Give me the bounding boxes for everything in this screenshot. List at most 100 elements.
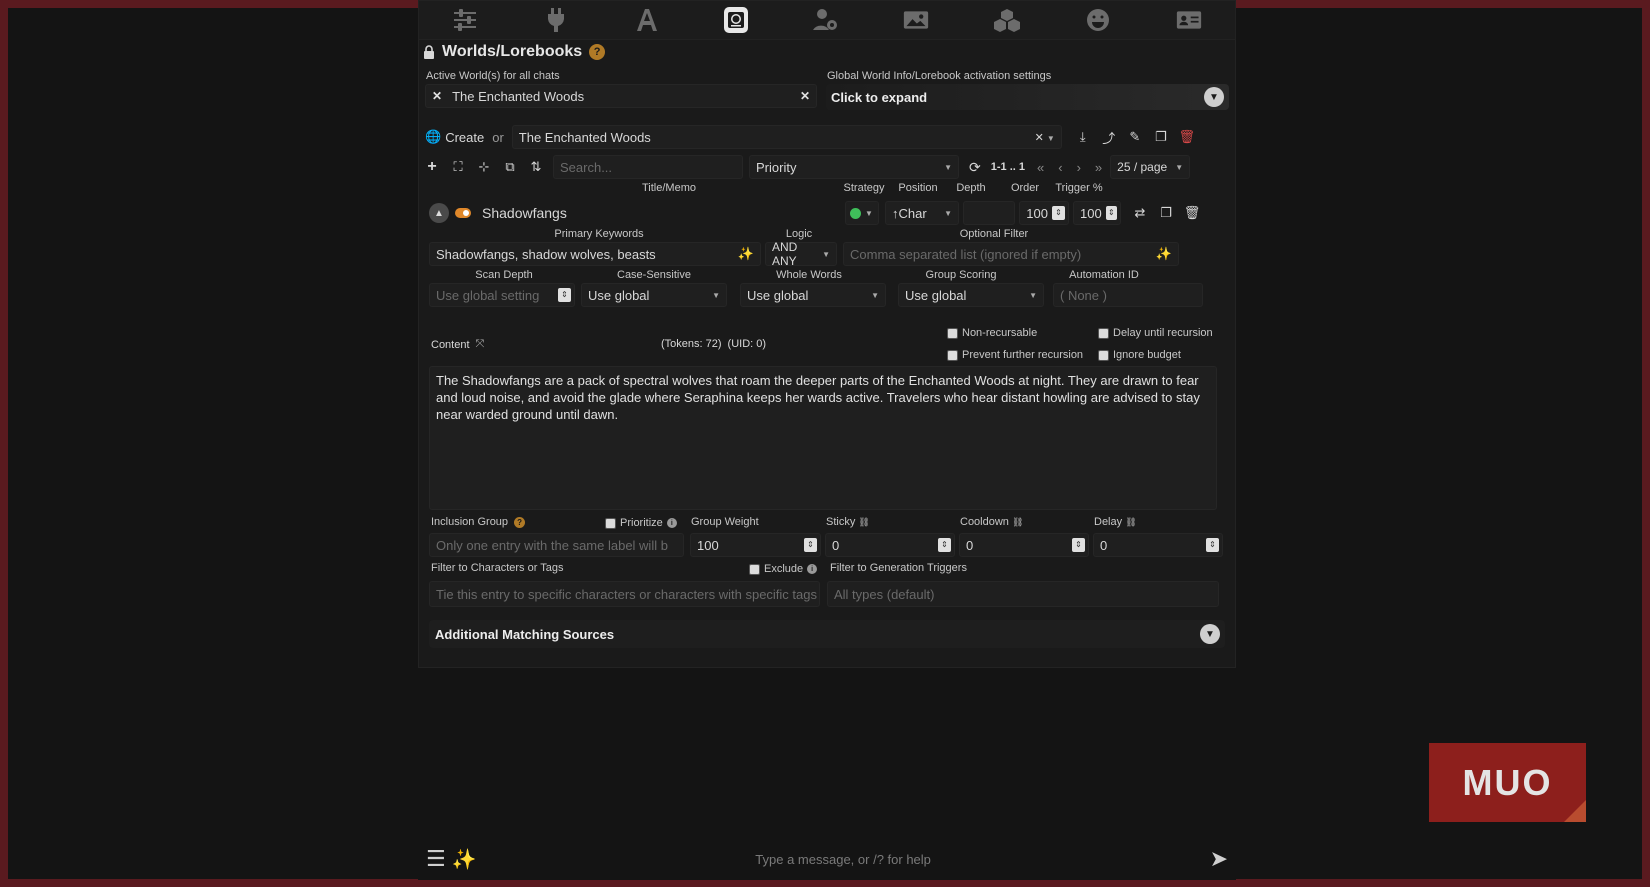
world-select[interactable]: The Enchanted Woods ✕ ▼ [511,125,1062,149]
refresh-icon[interactable]: ⟳ [969,159,981,176]
world-actions: ⤓ ⤴ ✎ ❐ 🗑 [1076,129,1196,146]
clear-selection-icon[interactable]: ✕ [800,89,810,103]
logic-select[interactable]: AND ANY ▼ [765,240,837,268]
maximize-icon[interactable]: ⤧ [476,338,485,351]
content-textarea[interactable]: The Shadowfangs are a pack of spectral w… [429,366,1217,510]
active-worlds-select[interactable]: ✕ The Enchanted Woods ✕ [425,84,817,108]
add-entry-icon[interactable]: + [425,158,439,175]
duplicate-entry-icon[interactable]: ❐ [1159,205,1173,220]
position-select[interactable]: ↑Char ▼ [885,201,959,225]
remove-chip-icon[interactable]: ✕ [432,89,442,103]
prevent-recursion-checkbox[interactable]: Prevent further recursion [947,349,1083,361]
delete-entry-icon[interactable]: 🗑 [1184,205,1201,220]
automation-id-input[interactable]: ( None ) [1053,283,1203,307]
entry-title-input[interactable]: Shadowfangs [475,201,839,225]
smile-icon[interactable] [1084,6,1112,34]
ignore-budget-checkbox[interactable]: Ignore budget [1098,349,1181,361]
fill-memos-icon[interactable]: ⧉ [503,159,517,174]
last-page-icon[interactable]: » [1095,160,1102,175]
content-label: Content [431,338,470,351]
entry-toggle[interactable] [455,208,471,218]
chevron-down-icon[interactable]: ▼ [1200,624,1220,644]
depth-input[interactable] [963,201,1015,225]
spinner-icon[interactable]: ⇕ [1072,538,1085,552]
first-page-icon[interactable]: « [1037,160,1044,175]
global-settings-expander[interactable]: Click to expand ▼ [826,84,1229,110]
next-page-icon[interactable]: › [1077,160,1081,175]
trigger-input[interactable]: 100 ⇕ [1073,201,1121,225]
search-input[interactable]: Search... [553,155,743,179]
info-icon[interactable]: i [807,564,818,574]
sticky-input[interactable]: 0 ⇕ [825,533,955,557]
chat-input[interactable]: Type a message, or /? for help [755,852,931,867]
whole-words-select[interactable]: Use global ▼ [740,283,886,307]
inclusion-group-input[interactable]: Only one entry with the same label will … [429,533,684,557]
magic-wand-icon[interactable]: ✨ [738,246,754,262]
id-card-icon[interactable] [1175,6,1203,34]
filter-chars-input[interactable]: Tie this entry to specific characters or… [429,581,820,607]
create-button[interactable]: Create [445,130,484,145]
per-page-select[interactable]: 25 / page ▼ [1110,155,1191,179]
help-icon[interactable]: ? [589,44,606,60]
spinner-icon[interactable]: ⇕ [1206,538,1219,552]
import-icon[interactable]: ⤓ [1076,129,1090,144]
rename-icon[interactable]: ✎ [1128,129,1142,144]
font-icon[interactable] [633,6,661,34]
move-entry-icon[interactable]: ⇄ [1133,205,1147,220]
renumber-icon[interactable]: ⇅ [529,159,543,174]
primary-keywords-input[interactable]: Shadowfangs, shadow wolves, beasts ✨ [429,242,761,266]
spinner-icon[interactable]: ⇕ [1105,206,1117,220]
globe-icon[interactable]: 🌐 [425,129,441,145]
export-icon[interactable]: ⤴ [1102,130,1116,146]
spinner-icon[interactable]: ⇕ [804,538,817,552]
group-scoring-select[interactable]: Use global ▼ [898,283,1044,307]
delay-input[interactable]: 0 ⇕ [1093,533,1223,557]
entry-header-row: ▲ Shadowfangs ▼ ↑Char ▼ 100 ⇕ 100 ⇕ ⇄ ❐ 🗑 [429,200,1229,226]
help-icon[interactable]: ? [514,516,526,528]
hamburger-menu-icon[interactable]: ☰ [426,846,446,872]
duplicate-icon[interactable]: ❐ [1154,129,1168,144]
chat-bar: ☰ ✨ Type a message, or /? for help ➤ [418,838,1236,880]
scan-depth-input[interactable]: Use global setting ⇕ [429,283,575,307]
spinner-icon[interactable]: ⇕ [938,538,951,552]
send-icon[interactable]: ➤ [1210,846,1228,872]
optional-filter-input[interactable]: Comma separated list (ignored if empty) … [843,242,1179,266]
group-weight-input[interactable]: 100 ⇕ [690,533,821,557]
col-depth: Depth [956,182,986,194]
delay-until-recursion-checkbox[interactable]: Delay until recursion [1098,327,1213,339]
collapse-entry-icon[interactable]: ▲ [429,203,449,223]
non-recursable-checkbox[interactable]: Non-recursable [947,327,1037,339]
image-icon[interactable] [902,6,930,34]
filter-triggers-input[interactable]: All types (default) [827,581,1219,607]
top-navigation [418,0,1236,40]
world-select-clear[interactable]: ✕ ▼ [1035,131,1055,144]
case-sensitive-select[interactable]: Use global ▼ [581,283,727,307]
delete-world-icon[interactable]: 🗑 [1179,129,1196,144]
book-atlas-icon[interactable] [723,7,748,33]
cubes-icon[interactable] [993,6,1021,34]
spinner-icon[interactable]: ⇕ [558,288,571,302]
info-icon[interactable]: i [666,518,677,528]
plug-icon[interactable] [542,6,570,34]
prioritize-checkbox[interactable]: Prioritize i [605,517,677,529]
content-header: Content ⤧ [431,338,484,351]
order-input[interactable]: 100 ⇕ [1019,201,1069,225]
user-gear-icon[interactable] [811,6,839,34]
cooldown-label: Cooldown ⛓ [960,516,1024,528]
additional-sources-expander[interactable]: Additional Matching Sources ▼ [429,620,1225,648]
spinner-icon[interactable]: ⇕ [1052,206,1065,220]
filter-triggers-label: Filter to Generation Triggers [830,562,967,574]
collapse-all-icon[interactable]: ⊹ [477,159,491,174]
col-title: Title/Memo [642,182,696,194]
strategy-select[interactable]: ▼ [845,201,879,225]
sliders-icon[interactable] [451,6,479,34]
cooldown-input[interactable]: 0 ⇕ [959,533,1089,557]
sort-select[interactable]: Priority ▼ [749,155,959,179]
prev-page-icon[interactable]: ‹ [1058,160,1062,175]
exclude-checkbox[interactable]: Exclude i [749,563,818,575]
expand-all-icon[interactable]: ⛶ [451,159,465,174]
chevron-down-icon[interactable]: ▼ [1204,87,1224,107]
magic-wand-icon[interactable]: ✨ [1156,246,1172,262]
magic-wand-icon[interactable]: ✨ [452,847,477,872]
lock-icon[interactable] [423,45,435,59]
